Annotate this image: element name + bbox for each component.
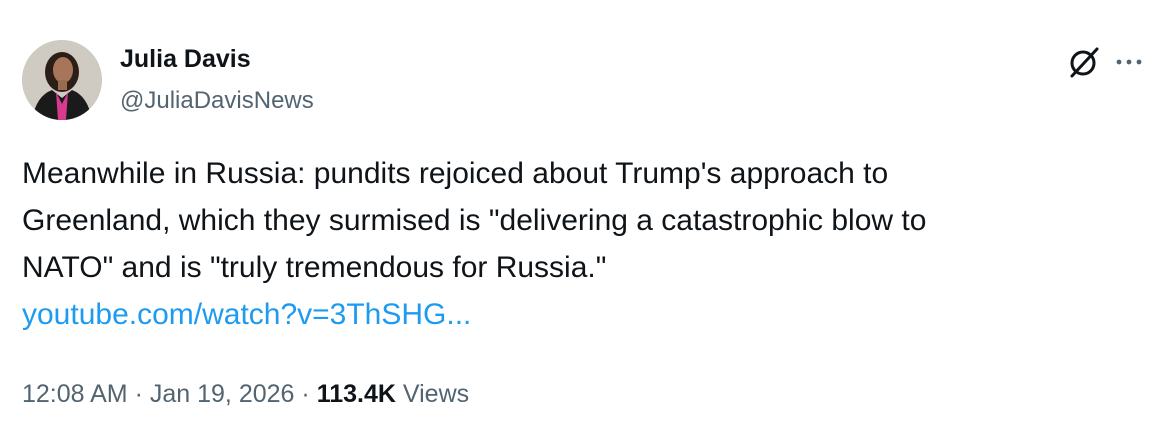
tweet-text-line: Greenland, which they surmised is "deliv… bbox=[22, 204, 927, 237]
tweet-text-line: Meanwhile in Russia: pundits rejoiced ab… bbox=[22, 157, 889, 190]
tweet-text-line: NATO" and is "truly tremendous for Russi… bbox=[22, 251, 607, 284]
author-name[interactable]: Julia Davis bbox=[120, 44, 251, 74]
author-handle[interactable]: @JuliaDavisNews bbox=[120, 86, 314, 116]
tweet-date[interactable]: Jan 19, 2026 bbox=[150, 380, 295, 408]
meta-separator: · bbox=[134, 380, 143, 408]
tweet-card: Julia Davis @JuliaDavisNews Meanwhile in… bbox=[0, 0, 1168, 430]
tweet-text: Meanwhile in Russia: pundits rejoiced ab… bbox=[22, 150, 1132, 338]
more-options-icon[interactable] bbox=[1112, 48, 1146, 76]
views-count[interactable]: 113.4K bbox=[317, 380, 396, 408]
profile-photo-icon bbox=[22, 40, 102, 120]
tweet-meta: 12:08 AM · Jan 19, 2026 · 113.4K Views bbox=[22, 379, 469, 409]
tweet-link[interactable]: youtube.com/watch?v=3ThSHG... bbox=[22, 298, 471, 331]
meta-separator: · bbox=[301, 380, 310, 408]
avatar[interactable] bbox=[22, 40, 102, 120]
tweet-time[interactable]: 12:08 AM bbox=[22, 380, 128, 408]
grok-icon[interactable] bbox=[1066, 44, 1102, 80]
views-label: Views bbox=[402, 380, 470, 408]
